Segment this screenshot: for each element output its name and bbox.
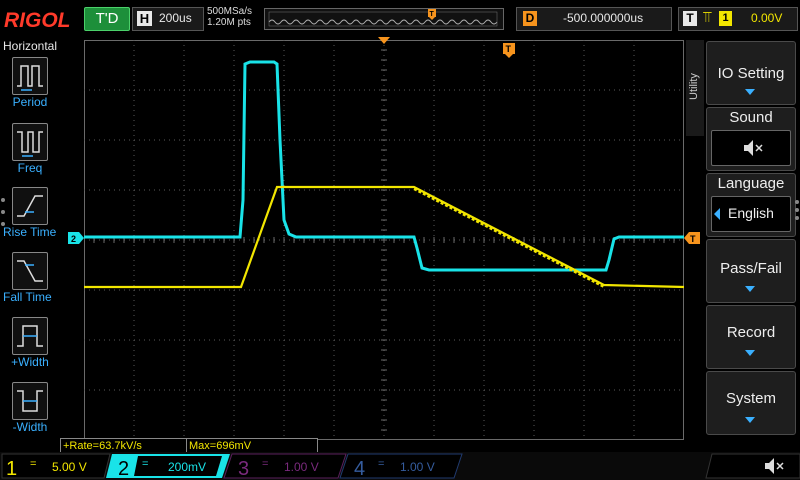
period-icon — [12, 57, 48, 95]
menu-record-label: Record — [726, 324, 776, 341]
measure-panel: Horizontal Period Freq Rise Time Fall Ti… — [0, 37, 60, 440]
graticule — [84, 40, 684, 440]
ch4-number: 4 — [354, 458, 365, 480]
sample-rate: 500MSa/s — [207, 6, 253, 17]
right-scroll-dots — [795, 200, 799, 220]
timebase-label: H — [137, 11, 152, 26]
chevron-down-icon — [745, 286, 755, 292]
utility-menu-title: Utility — [688, 73, 700, 100]
menu-system[interactable]: System — [706, 371, 796, 435]
measure-rise-time-label: Rise Time — [3, 225, 57, 239]
trigger-source: 1 — [719, 11, 732, 26]
ch3-scale: 1.00 V — [284, 460, 319, 474]
timebase-box[interactable]: H 200us — [132, 7, 204, 31]
menu-pass-fail-label: Pass/Fail — [720, 260, 782, 277]
measure-positive-width-label: +Width — [11, 355, 49, 369]
horizontal-center-marker — [378, 37, 390, 44]
ch1-coupling: = — [30, 458, 36, 470]
measure-period[interactable]: Period — [0, 57, 60, 121]
brand-text: RIGOL — [4, 9, 71, 30]
trigger-position-marker[interactable]: T — [503, 43, 515, 59]
ch3-coupling: = — [262, 458, 268, 470]
menu-sound[interactable]: Sound — [706, 107, 796, 171]
measure-negative-width[interactable]: -Width — [0, 382, 60, 446]
ch2-coupling: = — [142, 458, 148, 470]
menu-sound-label: Sound — [729, 109, 773, 126]
speaker-mute-icon — [744, 140, 763, 156]
ch1-number: 1 — [6, 458, 17, 480]
menu-pass-fail[interactable]: Pass/Fail — [706, 239, 796, 303]
ch4-scale: 1.00 V — [400, 460, 435, 474]
positive-width-icon — [12, 317, 48, 355]
measure-fall-time-label: Fall Time — [3, 290, 52, 304]
rise-time-icon — [12, 187, 48, 225]
svg-text:T: T — [690, 234, 696, 244]
ch2-scale: 200mV — [168, 460, 206, 474]
acquisition-info: 500MSa/s 1.20M pts — [207, 6, 252, 28]
freq-icon — [12, 123, 48, 161]
ch2-tab[interactable]: 2 = 200mV — [106, 454, 230, 480]
rising-edge-icon: ⫪ — [703, 9, 712, 26]
rigol-logo: RIGOL — [4, 9, 71, 30]
memory-waveform-preview — [268, 19, 498, 25]
chevron-down-icon — [745, 350, 755, 356]
ch3-number: 3 — [238, 458, 249, 480]
chevron-down-icon — [745, 89, 755, 95]
measure-fall-time[interactable]: Fall Time — [0, 252, 60, 316]
measure-rise-time[interactable]: Rise Time — [0, 187, 60, 251]
menu-system-label: System — [725, 390, 776, 407]
sound-value-box[interactable] — [711, 130, 791, 166]
measure-period-label: Period — [12, 95, 48, 109]
fall-time-icon — [12, 252, 48, 290]
menu-language[interactable]: Language English — [706, 173, 796, 237]
svg-text:T: T — [430, 11, 435, 18]
ch1-tab[interactable]: 1 = 5.00 V — [1, 453, 111, 480]
run-state-badge[interactable]: T'D — [84, 7, 130, 31]
svg-text:2: 2 — [71, 234, 76, 244]
waveform-display[interactable] — [84, 40, 684, 440]
menu-language-label: Language — [717, 175, 785, 192]
memory-depth: 1.20M pts — [207, 17, 251, 28]
ch4-tab[interactable]: 4 = 1.00 V — [339, 453, 463, 480]
trigger-position-icon: T — [428, 9, 436, 20]
left-scroll-dots — [1, 198, 5, 226]
trigger-delay-box[interactable]: D -500.000000us — [516, 7, 672, 31]
measure-negative-width-label: -Width — [12, 420, 48, 434]
measure-freq[interactable]: Freq — [0, 123, 60, 187]
menu-record[interactable]: Record — [706, 305, 796, 369]
ch4-coupling: = — [378, 458, 384, 470]
trigger-label: T — [683, 11, 697, 26]
memory-position-bar[interactable]: T — [264, 8, 504, 30]
measure-positive-width[interactable]: +Width — [0, 317, 60, 381]
language-value-box[interactable]: English — [711, 196, 791, 232]
trigger-box[interactable]: T ⫪ 1 0.00V — [678, 7, 798, 31]
channel-bar: 1 = 5.00 V 2 = 200mV 3 = 1.00 V 4 = 1.00… — [0, 452, 800, 480]
negative-width-icon — [12, 382, 48, 420]
delay-label: D — [523, 11, 537, 26]
ch2-offset-marker[interactable]: 2 — [68, 232, 84, 244]
utility-menu-tab: Utility — [686, 40, 704, 136]
ch3-tab[interactable]: 3 = 1.00 V — [223, 453, 347, 480]
sound-status[interactable] — [705, 453, 800, 479]
menu-io-setting-label: IO Setting — [717, 65, 785, 82]
trigger-level: 0.00V — [751, 11, 783, 25]
language-value: English — [728, 205, 774, 221]
svg-text:T: T — [506, 44, 512, 54]
trigger-level-marker[interactable]: T — [684, 232, 700, 244]
ch2-number: 2 — [118, 458, 129, 480]
chevron-down-icon — [745, 417, 755, 423]
ch1-waveform-step-edge — [413, 188, 605, 288]
trigger-delay-value: -500.000000us — [563, 11, 644, 25]
ch1-scale: 5.00 V — [52, 460, 87, 474]
measure-freq-label: Freq — [17, 161, 43, 175]
menu-io-setting[interactable]: IO Setting — [706, 41, 796, 105]
panel-title: Horizontal — [3, 39, 58, 53]
timebase-value: 200us — [159, 11, 192, 25]
